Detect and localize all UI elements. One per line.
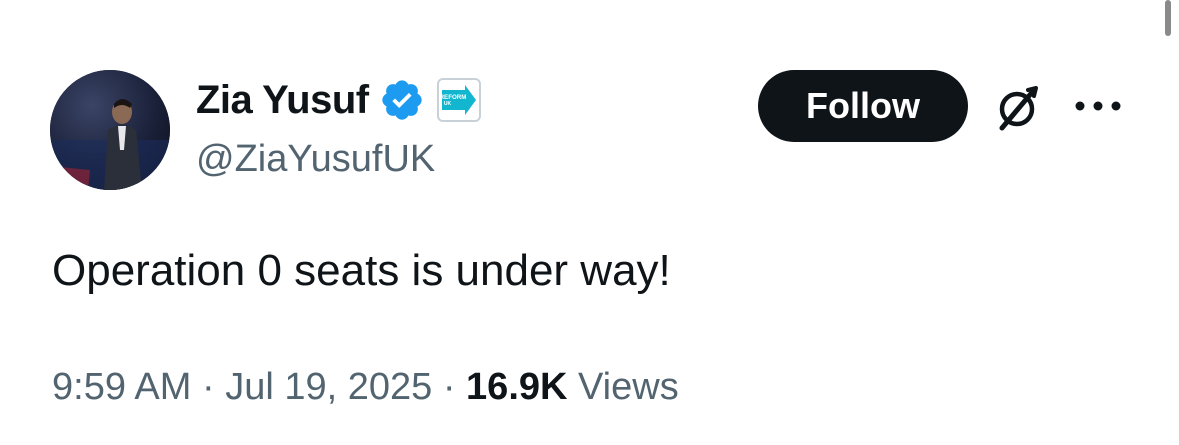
reform-uk-logo[interactable]: REFORM UK: [436, 78, 481, 122]
more-horizontal-icon[interactable]: [1074, 100, 1122, 112]
author-display-name[interactable]: Zia Yusuf: [196, 78, 369, 123]
meta-separator: ·: [442, 366, 456, 408]
avatar[interactable]: [50, 70, 170, 190]
tweet-time[interactable]: 9:59 AM: [52, 366, 191, 408]
follow-button[interactable]: Follow: [758, 70, 968, 142]
verified-badge-icon[interactable]: [379, 77, 425, 123]
svg-text:UK: UK: [443, 101, 451, 107]
views-label: Views: [578, 366, 679, 408]
author-handle[interactable]: @ZiaYusufUK: [196, 138, 435, 181]
tweet-text: Operation 0 seats is under way!: [52, 246, 671, 295]
grok-icon[interactable]: [990, 80, 1046, 136]
scrollbar[interactable]: [1165, 0, 1171, 36]
tweet-date[interactable]: Jul 19, 2025: [225, 366, 432, 408]
tweet-meta: 9:59 AM · Jul 19, 2025 · 16.9K Views: [52, 366, 679, 409]
meta-separator: ·: [201, 366, 215, 408]
svg-text:REFORM: REFORM: [441, 94, 466, 101]
author-name-row: Zia Yusuf REFORM UK: [196, 74, 481, 126]
views-count[interactable]: 16.9K: [466, 366, 567, 408]
tweet: Zia Yusuf REFORM UK @ZiaYusufUK Follow O…: [0, 0, 1179, 445]
